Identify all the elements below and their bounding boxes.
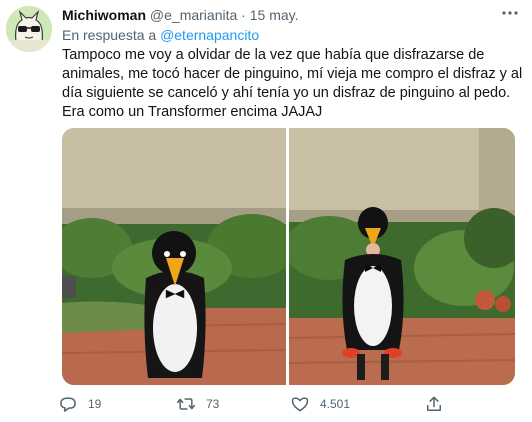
- retweet-button[interactable]: 73: [176, 393, 219, 415]
- more-dots-icon[interactable]: [500, 6, 520, 20]
- retweet-count: 73: [206, 397, 220, 411]
- reply-context: En respuesta a @eternapancito: [62, 27, 259, 43]
- tweet-text: Tampoco me voy a olvidar de la vez que h…: [62, 47, 523, 120]
- like-count: 4.501: [320, 397, 351, 411]
- retweet-arrows-icon: [176, 394, 196, 414]
- avatar[interactable]: [6, 6, 52, 52]
- share-upload-icon: [424, 394, 444, 414]
- separator-dot: ·: [241, 7, 246, 23]
- avatar-cat-illustration: [6, 6, 52, 52]
- user-handle[interactable]: @e_marianita: [150, 7, 237, 23]
- reply-count: 19: [88, 397, 102, 411]
- reply-prefix: En respuesta a: [62, 27, 157, 43]
- tweet-header: Michiwoman @e_marianita · 15 may.: [62, 7, 492, 23]
- photo-penguin-costume-2[interactable]: [289, 128, 515, 385]
- display-name[interactable]: Michiwoman: [62, 7, 146, 23]
- reply-mention-link[interactable]: @eternapancito: [160, 27, 259, 43]
- reply-bubble-icon: [58, 394, 78, 414]
- tweet-date[interactable]: 15 may.: [250, 7, 299, 23]
- photo-penguin-costume-1[interactable]: [62, 128, 286, 385]
- like-button[interactable]: 4.501: [290, 393, 350, 415]
- tweet-actions: 19 73 4.501: [58, 393, 458, 417]
- heart-icon: [290, 394, 310, 414]
- share-button[interactable]: [424, 393, 444, 415]
- reply-button[interactable]: 19: [58, 393, 101, 415]
- tweet-card[interactable]: Michiwoman @e_marianita · 15 may. En res…: [0, 0, 532, 422]
